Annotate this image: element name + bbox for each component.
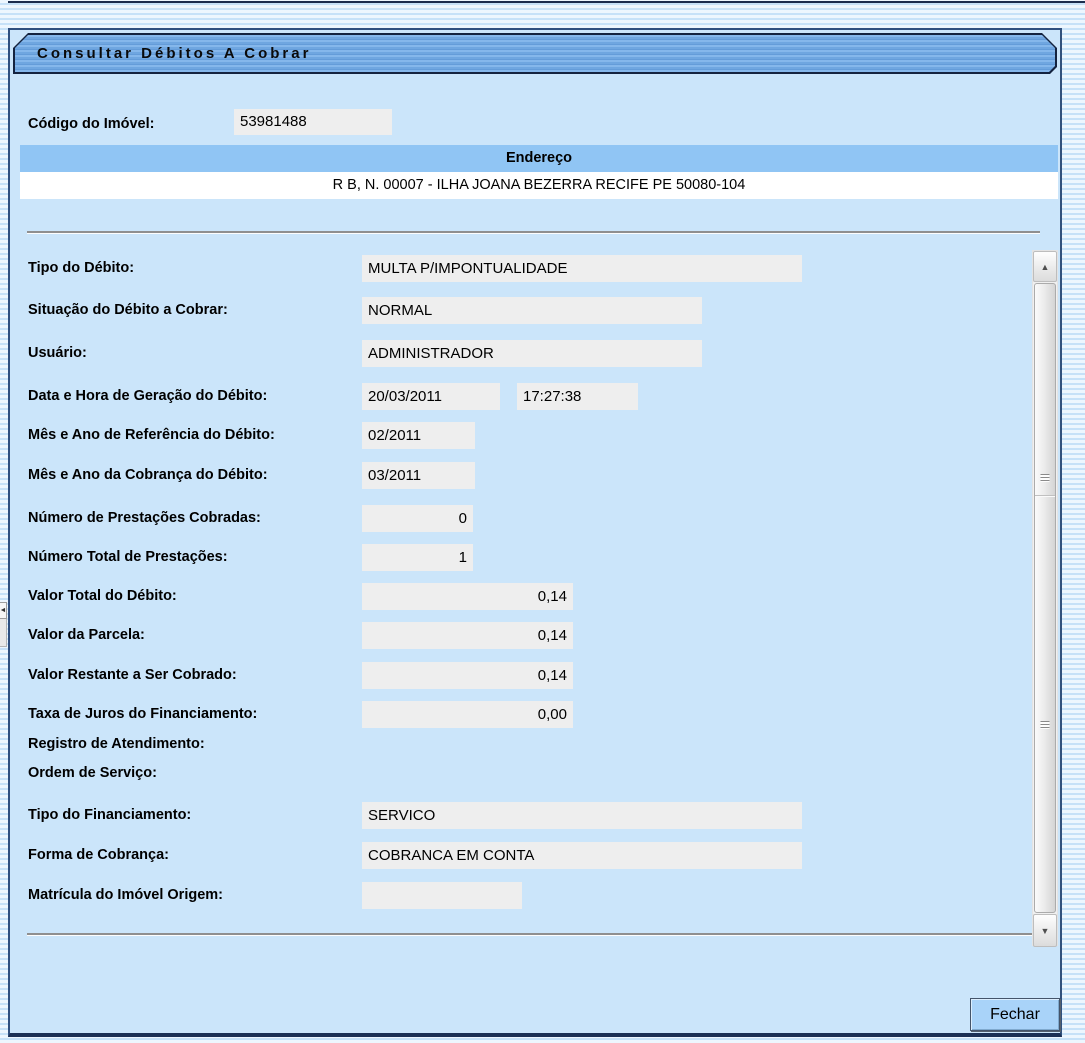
page: { "window": { "title": "Consultar Débito… [0, 0, 1085, 1043]
row-user: Usuário: ADMINISTRADOR [20, 340, 1032, 367]
address-value: R B, N. 00007 - ILHA JOANA BEZERRA RECIF… [20, 172, 1058, 199]
row-installments-charged: Número de Prestações Cobradas: 0 [20, 505, 1032, 532]
row-installment-value: Valor da Parcela: 0,14 [20, 622, 1032, 649]
row-debit-type: Tipo do Débito: MULTA P/IMPONTUALIDADE [20, 255, 1032, 282]
row-total-value: Valor Total do Débito: 0,14 [20, 583, 1032, 610]
origin-property-field[interactable] [362, 882, 522, 909]
scrollbar-thumb-seam [1035, 495, 1055, 497]
installments-total-field[interactable]: 1 [362, 544, 473, 571]
address-table: Endereço R B, N. 00007 - ILHA JOANA BEZE… [20, 145, 1058, 199]
field-label: Situação do Débito a Cobrar: [20, 297, 362, 324]
scrollbar-grip-icon [1041, 474, 1050, 482]
field-label: Valor da Parcela: [20, 622, 362, 649]
row-origin-property: Matrícula do Imóvel Origem: [20, 882, 1032, 909]
field-label: Tipo do Financiamento: [20, 802, 362, 829]
debit-type-field[interactable]: MULTA P/IMPONTUALIDADE [362, 255, 802, 282]
installment-value-field[interactable]: 0,14 [362, 622, 573, 649]
debit-status-field[interactable]: NORMAL [362, 297, 702, 324]
row-service-record: Registro de Atendimento: [20, 733, 1032, 755]
total-value-field[interactable]: 0,14 [362, 583, 573, 610]
scrollbar-grip-icon [1041, 721, 1050, 729]
window-titlebar: Consultar Débitos A Cobrar [13, 33, 1057, 74]
field-label: Usuário: [20, 340, 362, 367]
reference-month-field[interactable]: 02/2011 [362, 422, 475, 449]
field-label: Valor Total do Débito: [20, 583, 362, 610]
page-title: Consultar Débitos A Cobrar [37, 33, 311, 74]
debit-detail-form: Tipo do Débito: MULTA P/IMPONTUALIDADE S… [20, 255, 1032, 909]
user-field[interactable]: ADMINISTRADOR [362, 340, 702, 367]
row-installments-total: Número Total de Prestações: 1 [20, 544, 1032, 571]
generation-date-field[interactable]: 20/03/2011 [362, 383, 500, 410]
field-label: Mês e Ano de Referência do Débito: [20, 422, 362, 449]
interest-rate-field[interactable]: 0,00 [362, 701, 573, 728]
separator-bottom [27, 933, 1040, 936]
edge-scroll-left-arrow-icon: ◄ [0, 602, 7, 619]
billing-form-field[interactable]: COBRANCA EM CONTA [362, 842, 802, 869]
separator-top [27, 231, 1040, 234]
scroll-up-button[interactable]: ▲ [1033, 251, 1057, 282]
field-label: Matrícula do Imóvel Origem: [20, 882, 362, 909]
scroll-up-arrow-icon: ▲ [1041, 262, 1050, 272]
field-label: Valor Restante a Ser Cobrado: [20, 662, 362, 689]
close-button[interactable]: Fechar [970, 998, 1060, 1031]
field-label: Mês e Ano da Cobrança do Débito: [20, 462, 362, 489]
field-label: Registro de Atendimento: [20, 733, 362, 755]
vertical-scrollbar[interactable]: ▲ ▼ [1032, 250, 1058, 946]
field-label: Taxa de Juros do Financiamento: [20, 701, 362, 728]
field-label: Número Total de Prestações: [20, 544, 362, 571]
property-code-field[interactable]: 53981488 [234, 109, 392, 135]
outer-frame-border [8, 1, 1085, 3]
remaining-value-field[interactable]: 0,14 [362, 662, 573, 689]
row-financing-type: Tipo do Financiamento: SERVICO [20, 802, 1032, 829]
scrollbar-thumb[interactable] [1034, 283, 1056, 913]
row-generation-datetime: Data e Hora de Geração do Débito: 20/03/… [20, 383, 1032, 410]
installments-charged-field[interactable]: 0 [362, 505, 473, 532]
row-billing-month: Mês e Ano da Cobrança do Débito: 03/2011 [20, 462, 1032, 489]
row-interest-rate: Taxa de Juros do Financiamento: 0,00 [20, 701, 1032, 728]
scroll-down-button[interactable]: ▼ [1033, 914, 1057, 947]
property-code-label: Código do Imóvel: [28, 111, 154, 137]
field-label: Forma de Cobrança: [20, 842, 362, 869]
generation-time-field[interactable]: 17:27:38 [517, 383, 638, 410]
billing-month-field[interactable]: 03/2011 [362, 462, 475, 489]
scroll-down-arrow-icon: ▼ [1041, 926, 1050, 936]
row-remaining-value: Valor Restante a Ser Cobrado: 0,14 [20, 662, 1032, 689]
field-label: Número de Prestações Cobradas: [20, 505, 362, 532]
edge-scroll-track-fragment [0, 619, 7, 647]
row-service-order: Ordem de Serviço: [20, 762, 1032, 784]
row-reference-month: Mês e Ano de Referência do Débito: 02/20… [20, 422, 1032, 449]
field-label: Ordem de Serviço: [20, 762, 362, 784]
field-label: Tipo do Débito: [20, 255, 362, 282]
field-label: Data e Hora de Geração do Débito: [20, 383, 362, 410]
row-billing-form: Forma de Cobrança: COBRANCA EM CONTA [20, 842, 1032, 869]
financing-type-field[interactable]: SERVICO [362, 802, 802, 829]
address-header: Endereço [20, 145, 1058, 172]
row-debit-status: Situação do Débito a Cobrar: NORMAL [20, 297, 1032, 324]
